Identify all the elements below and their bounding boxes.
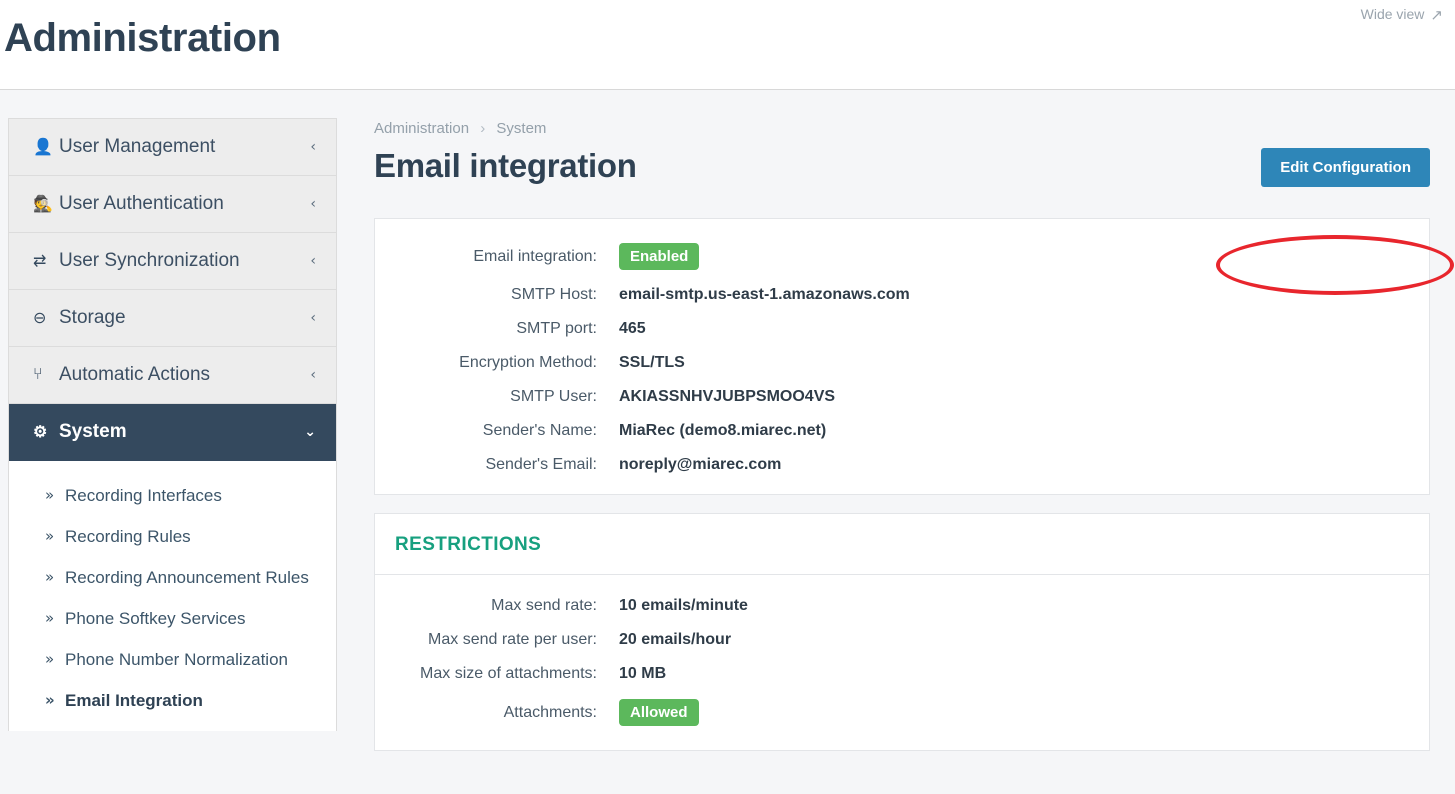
field-value: 465: [619, 320, 646, 337]
field-value: AKIASSNHVJUBPSMOO4VS: [619, 388, 836, 405]
field-label: Attachments:: [503, 703, 597, 721]
sidebar-subitem-label: Email Integration: [65, 691, 203, 710]
sidebar-subitem-label: Recording Announcement Rules: [65, 568, 309, 587]
user-icon: 👤: [33, 139, 53, 156]
sidebar-nav: 👤 User Management ‹ 🕵 User Authentication ‹ ⇄ U…: [8, 118, 337, 731]
field-label: Email integration:: [473, 247, 597, 265]
breadcrumb-root[interactable]: Administration: [374, 120, 469, 137]
sidebar-item-user-synchronization[interactable]: ⇄ User Synchronization ‹: [9, 233, 336, 290]
page-body: 👤 User Management ‹ 🕵 User Authentication ‹ ⇄ U…: [0, 90, 1455, 794]
restrictions-field-list: Max send rate: 10 emails/minute Max send r…: [375, 575, 1429, 750]
field-value: email-smtp.us-east-1.amazonaws.com: [619, 286, 910, 303]
sidebar-subitem-recording-rules[interactable]: » Recording Rules: [9, 516, 336, 557]
field-label: Max size of attachments:: [420, 665, 597, 682]
sidebar-item-label: Storage: [59, 307, 126, 328]
restrictions-section-title: RESTRICTIONS: [395, 534, 542, 555]
breadcrumb-separator-icon: ›: [480, 120, 486, 137]
field-value: 10 MB: [619, 665, 667, 682]
chevron-left-icon: ‹: [310, 253, 316, 269]
gear-icon: ⚙: [33, 424, 48, 441]
double-chevron-right-icon: »: [45, 568, 55, 586]
field-row: Max send rate per user: 20 emails/hour: [375, 631, 1429, 649]
sidebar-subitem-recording-announcement-rules[interactable]: » Recording Announcement Rules: [9, 557, 336, 598]
page-title: Administration: [4, 16, 281, 60]
sidebar-item-user-management[interactable]: 👤 User Management ‹: [9, 119, 336, 176]
field-label: SMTP port:: [516, 320, 597, 337]
status-badge: Enabled: [619, 243, 700, 270]
sidebar-subitem-label: Recording Rules: [65, 527, 191, 546]
field-row: SMTP User: AKIASSNHVJUBPSMOO4VS: [375, 388, 1429, 406]
field-row: Max send rate: 10 emails/minute: [375, 597, 1429, 615]
sidebar-item-automatic-actions[interactable]: ⑂ Automatic Actions ‹: [9, 347, 336, 404]
double-chevron-right-icon: »: [45, 609, 55, 627]
sidebar-item-label: User Authentication: [59, 193, 224, 214]
general-settings-card: Email integration: Enabled SMTP Host: email…: [374, 218, 1430, 495]
field-row: Encryption Method: SSL/TLS: [375, 354, 1429, 372]
hard-drive-icon: ⊖: [33, 310, 47, 327]
field-label: Sender's Name:: [482, 422, 597, 439]
chevron-left-icon: ‹: [310, 367, 316, 383]
sidebar-item-user-authentication[interactable]: 🕵 User Authentication ‹: [9, 176, 336, 233]
sidebar-subitem-phone-number-normalization[interactable]: » Phone Number Normalization: [9, 639, 336, 680]
sidebar-subitem-label: Recording Interfaces: [65, 486, 222, 505]
restrictions-card: RESTRICTIONS Max send rate: 10 emails/min…: [374, 513, 1430, 751]
double-chevron-right-icon: »: [45, 486, 55, 504]
field-row: SMTP Host: email-smtp.us-east-1.amazonaws…: [375, 286, 1429, 304]
field-row: Sender's Email: noreply@miarec.com: [375, 456, 1429, 474]
field-value: 10 emails/minute: [619, 597, 748, 614]
sitemap-icon: ⑂: [33, 366, 43, 383]
double-chevron-right-icon: »: [45, 527, 55, 545]
field-label: Max send rate:: [491, 597, 597, 614]
chevron-left-icon: ‹: [310, 139, 316, 155]
sidebar-subitem-phone-softkey-services[interactable]: » Phone Softkey Services: [9, 598, 336, 639]
edit-configuration-button[interactable]: Edit Configuration: [1261, 148, 1430, 187]
field-row: SMTP port: 465: [375, 320, 1429, 338]
exchange-arrows-icon: ⇄: [33, 253, 47, 270]
sidebar-item-label: User Synchronization: [59, 250, 240, 271]
field-row: Sender's Name: MiaRec (demo8.miarec.net): [375, 422, 1429, 440]
sidebar-sub-list: » Recording Interfaces » Recording Rules » Re…: [9, 461, 336, 731]
sidebar-subitem-label: Phone Softkey Services: [65, 609, 246, 628]
expand-diagonal-icon: ↗︎: [1430, 6, 1443, 24]
sidebar-item-label: User Management: [59, 136, 216, 157]
field-row: Email integration: Enabled: [375, 243, 1429, 270]
general-field-list: Email integration: Enabled SMTP Host: email…: [375, 243, 1429, 474]
main-content: Administration › System Email integratio…: [374, 90, 1430, 751]
status-badge: Allowed: [619, 699, 699, 726]
sidebar-item-system[interactable]: ⚙ System ⌄: [9, 404, 336, 461]
breadcrumb-current[interactable]: System: [496, 120, 546, 137]
breadcrumb: Administration › System: [374, 90, 1430, 137]
field-label: Encryption Method:: [459, 354, 597, 371]
chevron-left-icon: ‹: [310, 310, 316, 326]
app-header: Administration Wide view ↗︎: [0, 0, 1455, 90]
double-chevron-right-icon: »: [45, 691, 55, 709]
user-secret-icon: 🕵: [33, 196, 53, 213]
restrictions-card-header: RESTRICTIONS: [375, 514, 1429, 575]
sidebar-item-label: System: [59, 421, 127, 442]
field-value: MiaRec (demo8.miarec.net): [619, 422, 827, 439]
sidebar-subitem-label: Phone Number Normalization: [65, 650, 288, 669]
field-value: SSL/TLS: [619, 354, 685, 371]
sidebar-group-list: 👤 User Management ‹ 🕵 User Authentication ‹ ⇄ U…: [9, 119, 336, 461]
sidebar-item-label: Automatic Actions: [59, 364, 211, 385]
field-value: 20 emails/hour: [619, 631, 732, 648]
field-label: Max send rate per user:: [428, 631, 597, 648]
field-label: Sender's Email:: [485, 456, 597, 473]
field-label: SMTP User:: [510, 388, 597, 405]
chevron-down-icon: ⌄: [304, 424, 316, 440]
chevron-left-icon: ‹: [310, 196, 316, 212]
sidebar-subitem-email-integration[interactable]: » Email Integration: [9, 680, 336, 721]
field-value: noreply@miarec.com: [619, 456, 782, 473]
content-title-row: Email integration Edit Configuration: [374, 147, 1430, 209]
wide-view-label: Wide view: [1360, 6, 1425, 22]
sidebar-subitem-recording-interfaces[interactable]: » Recording Interfaces: [9, 475, 336, 516]
field-row: Max size of attachments: 10 MB: [375, 665, 1429, 683]
wide-view-toggle[interactable]: Wide view ↗︎: [1360, 6, 1443, 24]
sidebar-item-storage[interactable]: ⊖ Storage ‹: [9, 290, 336, 347]
field-label: SMTP Host:: [511, 286, 597, 303]
double-chevron-right-icon: »: [45, 650, 55, 668]
field-row: Attachments: Allowed: [375, 699, 1429, 726]
